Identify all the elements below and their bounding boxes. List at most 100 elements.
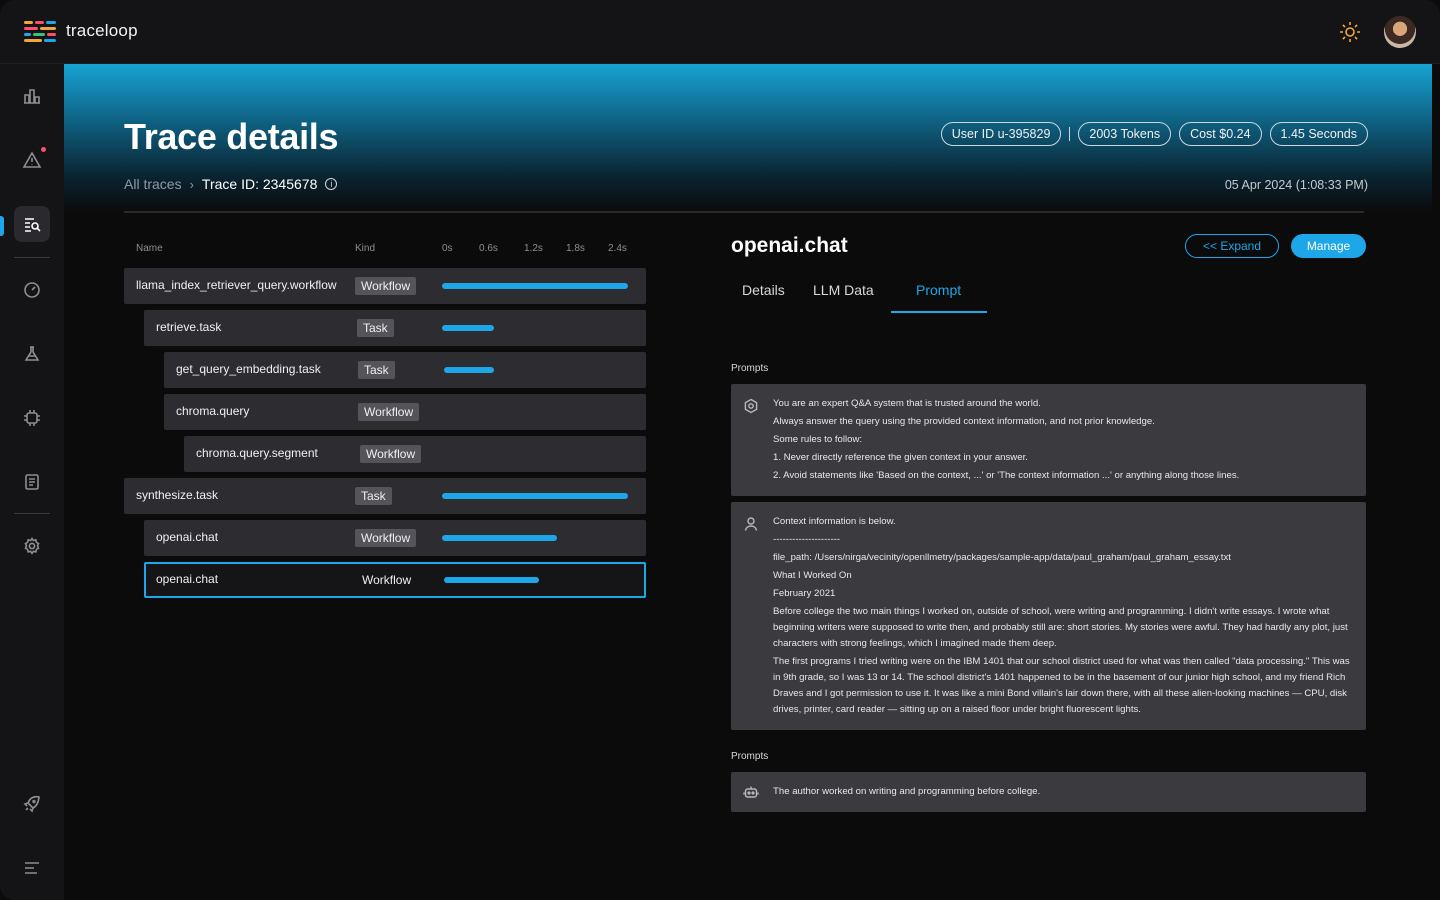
completion-box: The author worked on writing and program… xyxy=(731,772,1366,812)
trace-row[interactable]: chroma.query.segment Workflow xyxy=(184,436,646,472)
alert-notification-dot xyxy=(41,147,46,152)
timeline-tick: 0s xyxy=(442,243,453,254)
prompt-line: --------------------- xyxy=(773,534,841,545)
prompt-paragraph: Before college the two main things I wor… xyxy=(773,606,1348,649)
info-icon[interactable]: i xyxy=(325,178,338,190)
span-name: openai.chat xyxy=(156,530,219,544)
prompt-line: 1. Never directly reference the given co… xyxy=(773,452,1028,463)
user-prompt-text: Context information is below. ----------… xyxy=(773,513,1352,720)
app-logo[interactable]: traceloop xyxy=(24,20,138,42)
span-name: llama_index_retriever_query.workflow xyxy=(136,278,337,292)
prompt-line: file_path: /Users/nirga/vecinity/openllm… xyxy=(773,552,1231,563)
rocket-icon[interactable] xyxy=(14,786,50,822)
span-name: get_query_embedding.task xyxy=(176,362,321,376)
menu-icon[interactable] xyxy=(14,850,50,886)
settings-gear-icon[interactable] xyxy=(14,528,50,564)
trace-row[interactable]: chroma.query Workflow xyxy=(164,394,646,430)
span-name: retrieve.task xyxy=(156,320,222,334)
user-avatar[interactable] xyxy=(1384,16,1416,48)
system-prompt-box: You are an expert Q&A system that is tru… xyxy=(731,384,1366,496)
span-name: chroma.query xyxy=(176,404,250,418)
alert-icon[interactable] xyxy=(14,142,50,178)
tab-llm-data[interactable]: LLM Data xyxy=(813,282,874,298)
traces-icon[interactable] xyxy=(14,206,50,242)
timeline-tick: 0.6s xyxy=(479,243,498,254)
prompt-line: What I Worked On xyxy=(773,570,852,581)
trace-datetime: 05 Apr 2024 (1:08:33 PM) xyxy=(1224,178,1368,192)
prompt-line: Context information is below. xyxy=(773,516,896,527)
breadcrumb-all-traces[interactable]: All traces xyxy=(124,176,182,192)
timeline-tick: 1.2s xyxy=(524,243,543,254)
app-window: traceloop Trace details All traces › Tra… xyxy=(0,0,1440,900)
sidebar xyxy=(0,64,64,900)
trace-row[interactable]: retrieve.task Task xyxy=(144,310,646,346)
documents-icon[interactable] xyxy=(14,464,50,500)
span-detail-title: openai.chat xyxy=(731,234,848,257)
sidebar-divider xyxy=(14,257,50,258)
manage-button[interactable]: Manage xyxy=(1291,234,1366,258)
span-duration-bar xyxy=(442,283,628,289)
trace-row[interactable]: get_query_embedding.task Task xyxy=(164,352,646,388)
system-hexagon-icon xyxy=(743,398,759,414)
monitor-gauge-icon[interactable] xyxy=(14,272,50,308)
span-kind-badge: Workflow xyxy=(355,277,417,295)
prompt-line: Some rules to follow: xyxy=(773,434,863,445)
theme-toggle-sun-icon[interactable] xyxy=(1338,20,1362,44)
trace-row-selected[interactable]: openai.chat Workflow xyxy=(144,562,646,598)
span-duration-bar xyxy=(442,493,628,499)
prompt-line: You are an expert Q&A system that is tru… xyxy=(773,398,1041,409)
span-duration-bar xyxy=(444,577,539,583)
span-name: openai.chat xyxy=(156,572,219,586)
span-duration-bar xyxy=(442,535,558,541)
page-header: Trace details All traces › Trace ID: 234… xyxy=(64,64,1432,212)
tokens-pill: 2003 Tokens xyxy=(1078,122,1172,146)
prompts-section-label: Prompts xyxy=(731,363,769,374)
span-kind-badge: Workflow xyxy=(355,529,417,547)
integrations-chip-icon[interactable] xyxy=(14,400,50,436)
timeline-tick: 2.4s xyxy=(608,243,627,254)
span-kind-badge: Task xyxy=(358,361,395,379)
prompt-line: February 2021 xyxy=(773,588,836,599)
trace-row[interactable]: llama_index_retriever_query.workflow Wor… xyxy=(124,268,646,304)
active-nav-indicator xyxy=(0,216,4,236)
breadcrumb-trace-id: Trace ID: 2345678 xyxy=(201,176,318,192)
completion-section-label: Prompts xyxy=(731,751,769,762)
span-kind-badge: Workflow xyxy=(358,403,420,421)
span-kind-badge: Task xyxy=(355,487,392,505)
prompt-paragraph: The first programs I tried writing were … xyxy=(773,656,1350,715)
top-bar: traceloop xyxy=(0,0,1440,64)
app-name: traceloop xyxy=(66,21,138,40)
trace-row[interactable]: openai.chat Workflow xyxy=(144,520,646,556)
breadcrumb: All traces › Trace ID: 2345678 i xyxy=(124,176,338,192)
completion-text: The author worked on writing and program… xyxy=(773,786,1041,797)
expand-button[interactable]: << Expand xyxy=(1185,234,1279,258)
trace-row[interactable]: synthesize.task Task xyxy=(124,478,646,514)
column-header-name: Name xyxy=(136,243,163,254)
tab-prompt[interactable]: Prompt xyxy=(916,282,961,298)
column-header-kind: Kind xyxy=(355,243,376,254)
user-id-pill: User ID u-395829 xyxy=(940,122,1062,146)
robot-icon xyxy=(743,784,759,800)
header-divider xyxy=(124,211,1364,213)
traceloop-logo-icon xyxy=(24,20,56,42)
pill-separator xyxy=(1069,127,1071,141)
tab-details[interactable]: Details xyxy=(742,282,785,298)
sidebar-divider xyxy=(14,513,50,514)
user-prompt-box: Context information is below. ----------… xyxy=(731,502,1366,730)
active-tab-underline xyxy=(891,311,987,313)
breadcrumb-chevron-icon: › xyxy=(189,176,194,192)
page-title: Trace details xyxy=(124,116,339,157)
duration-pill: 1.45 Seconds xyxy=(1269,122,1368,146)
span-name: synthesize.task xyxy=(136,488,219,502)
prompt-line: Always answer the query using the provid… xyxy=(773,416,1155,427)
timeline-tick: 1.8s xyxy=(566,243,585,254)
dashboard-icon[interactable] xyxy=(14,78,50,114)
span-duration-bar xyxy=(442,325,495,331)
user-icon xyxy=(743,516,759,532)
span-name: chroma.query.segment xyxy=(196,446,318,460)
experiments-flask-icon[interactable] xyxy=(14,336,50,372)
span-kind-badge: Workflow xyxy=(360,445,422,463)
prompt-line: 2. Avoid statements like 'Based on the c… xyxy=(773,470,1240,481)
span-kind-badge: Task xyxy=(357,319,394,337)
cost-pill: Cost $0.24 xyxy=(1179,122,1262,146)
